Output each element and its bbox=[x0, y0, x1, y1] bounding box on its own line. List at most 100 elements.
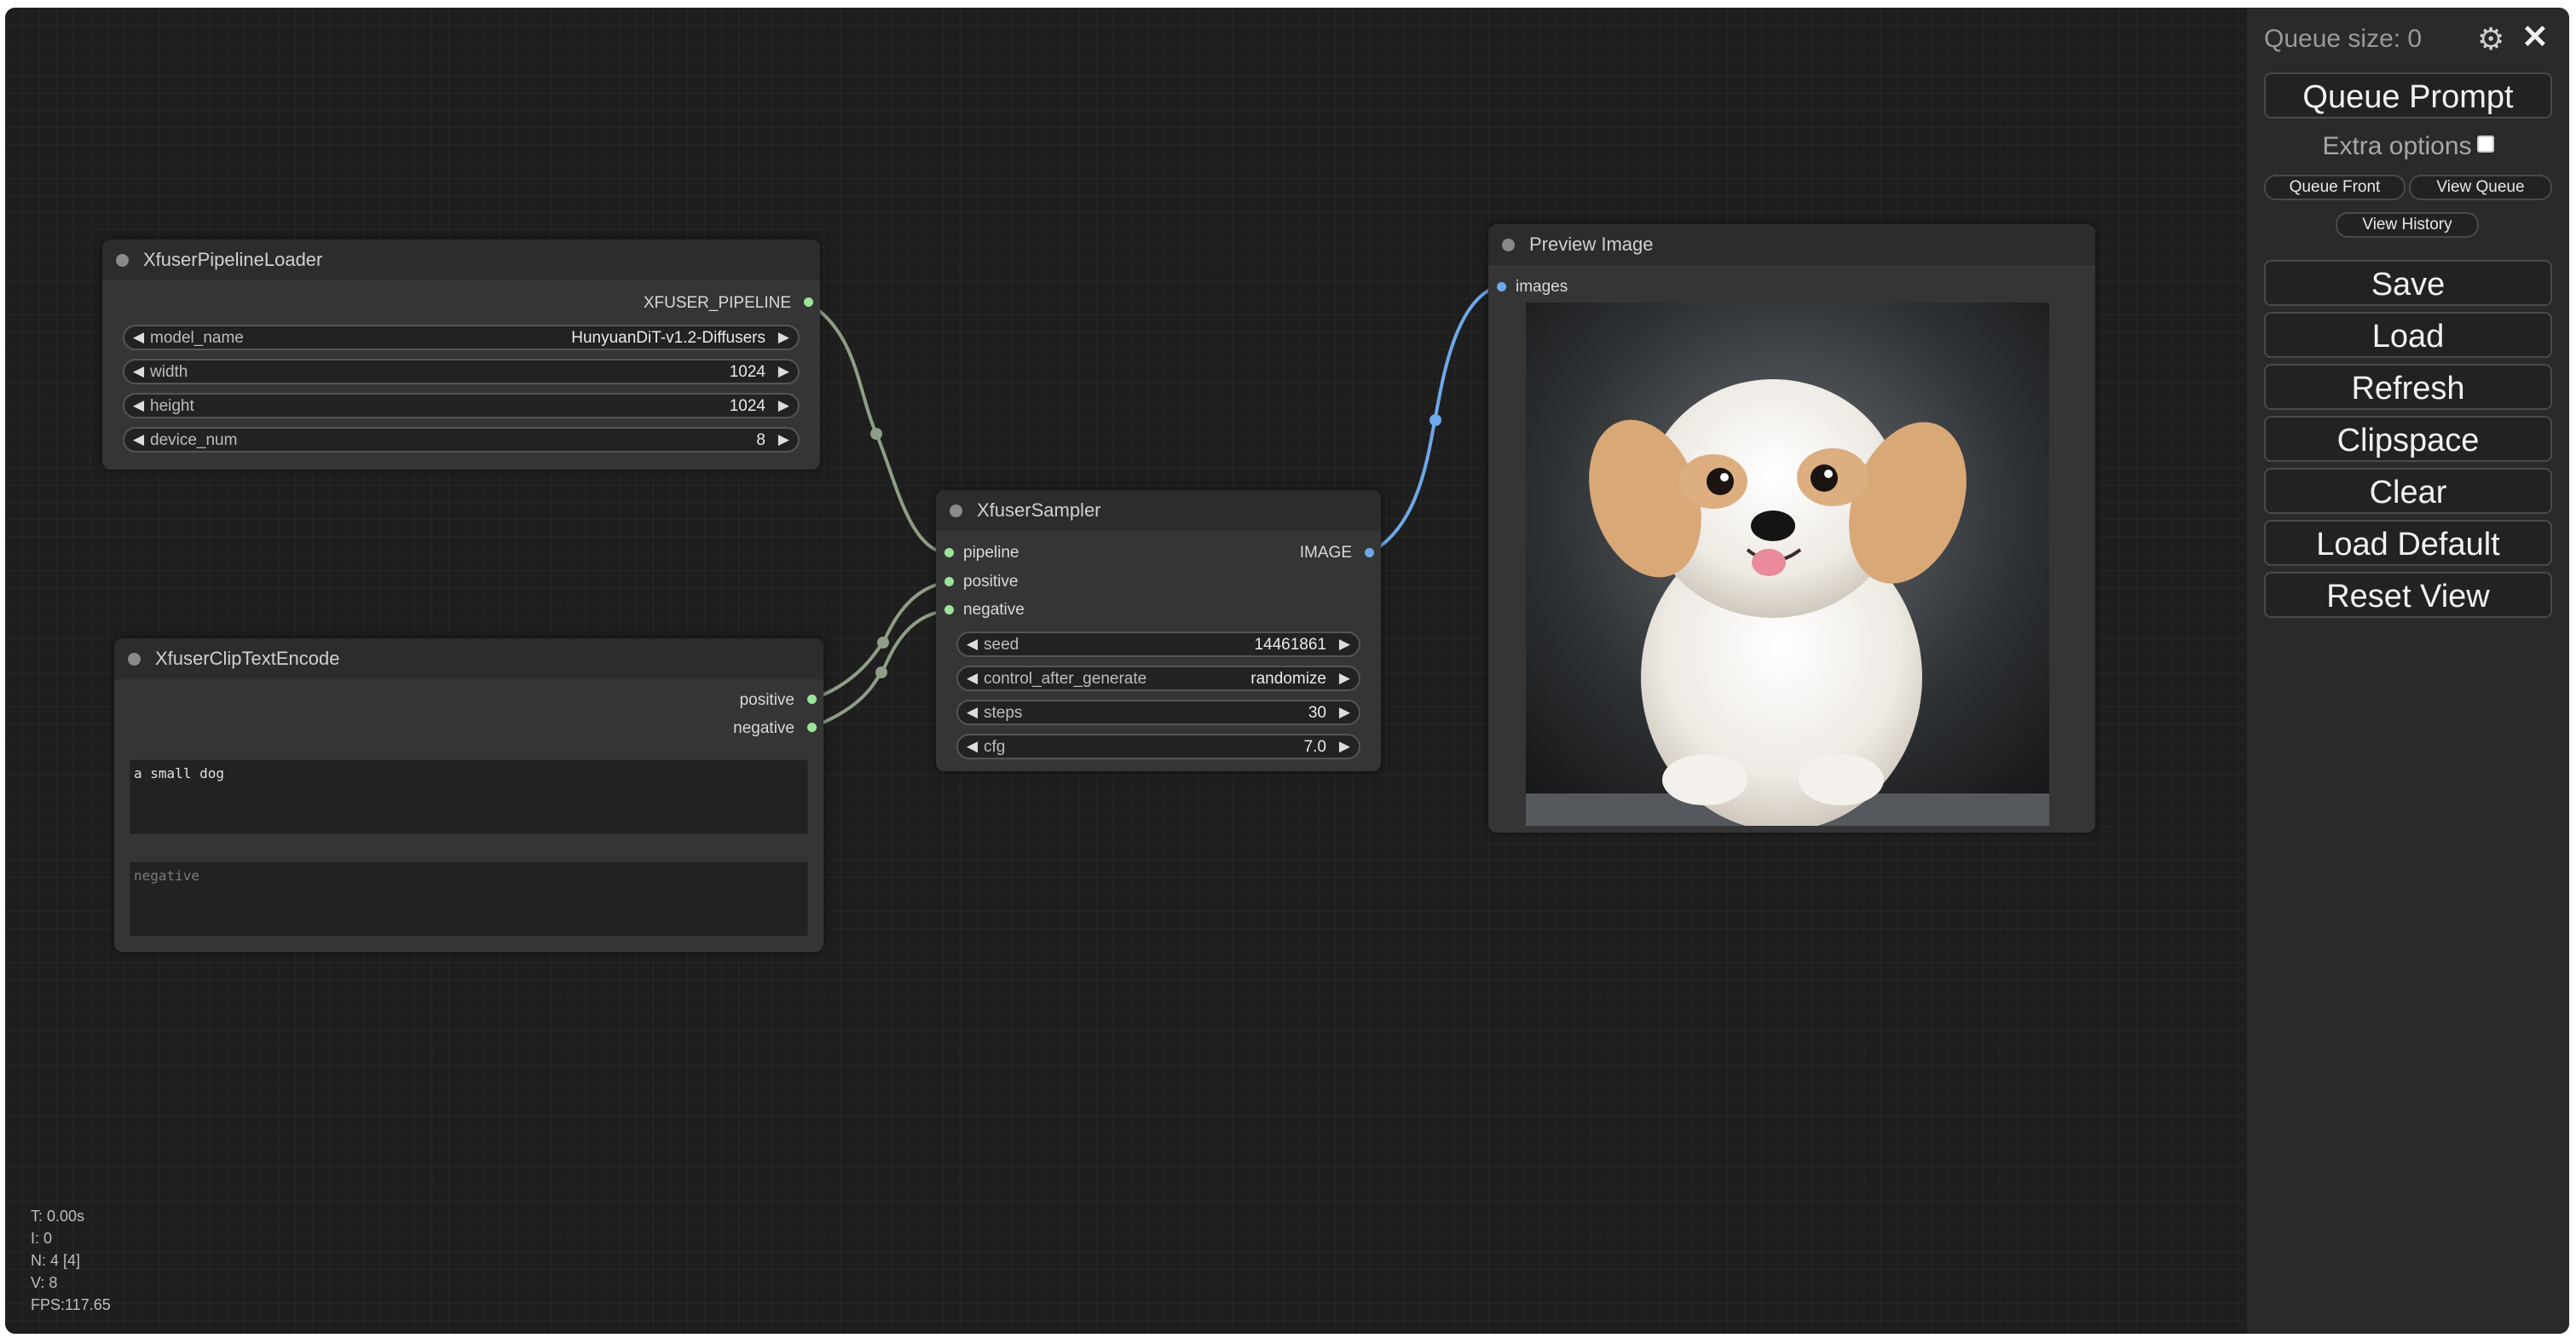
node-header[interactable]: XfuserPipelineLoader bbox=[102, 239, 820, 280]
queue-menu-panel: Queue size: 0 ⚙ ✕ Queue Prompt Extra opt… bbox=[2247, 8, 2569, 1334]
view-queue-button[interactable]: View Queue bbox=[2409, 175, 2552, 200]
output-label-negative: negative bbox=[733, 719, 794, 737]
widget-value: 30 bbox=[1308, 704, 1326, 722]
link-pipeline-midpoint bbox=[870, 428, 882, 440]
link-negative bbox=[810, 608, 950, 730]
input-slot-images[interactable] bbox=[1497, 282, 1506, 291]
stat-iterations: I: 0 bbox=[31, 1230, 53, 1247]
queue-prompt-button[interactable]: Queue Prompt bbox=[2264, 72, 2552, 118]
clear-button[interactable]: Clear bbox=[2264, 468, 2552, 514]
preview-image bbox=[1526, 303, 2049, 826]
increment-arrow-icon[interactable]: ▶ bbox=[1339, 670, 1350, 687]
extra-options-toggle[interactable]: Extra options bbox=[2247, 132, 2569, 161]
node-header[interactable]: Preview Image bbox=[1488, 224, 2095, 265]
extra-options-label: Extra options bbox=[2322, 132, 2472, 160]
clipspace-button[interactable]: Clipspace bbox=[2264, 416, 2552, 462]
widget-width[interactable]: ◀ width 1024 ▶ bbox=[123, 359, 800, 384]
widget-seed[interactable]: ◀ seed 14461861 ▶ bbox=[956, 632, 1360, 657]
node-title: XfuserSampler bbox=[977, 499, 1101, 521]
load-default-button[interactable]: Load Default bbox=[2264, 520, 2552, 566]
widget-device-num[interactable]: ◀ device_num 8 ▶ bbox=[123, 427, 800, 453]
widget-label: height bbox=[150, 397, 194, 415]
widget-control-after-generate[interactable]: ◀ control_after_generate randomize ▶ bbox=[956, 666, 1360, 691]
increment-arrow-icon[interactable]: ▶ bbox=[778, 363, 789, 380]
load-button[interactable]: Load bbox=[2264, 312, 2552, 358]
close-icon[interactable]: ✕ bbox=[2521, 18, 2549, 56]
widget-value: randomize bbox=[1250, 670, 1326, 688]
queue-front-button[interactable]: Queue Front bbox=[2264, 175, 2406, 200]
link-image-midpoint bbox=[1430, 414, 1441, 426]
decrement-arrow-icon[interactable]: ◀ bbox=[133, 329, 144, 346]
widget-label: cfg bbox=[984, 738, 1006, 756]
save-button[interactable]: Save bbox=[2264, 260, 2552, 306]
output-slot-positive[interactable] bbox=[807, 695, 817, 704]
widget-value: 8 bbox=[756, 431, 765, 449]
stat-vertices: V: 8 bbox=[31, 1274, 58, 1291]
widget-label: device_num bbox=[150, 431, 238, 449]
node-preview-image[interactable]: Preview Image images bbox=[1488, 224, 2095, 833]
reset-view-button[interactable]: Reset View bbox=[2264, 572, 2552, 618]
node-sampler[interactable]: XfuserSampler pipeline positive negative… bbox=[936, 490, 1381, 771]
widget-value: 1024 bbox=[729, 363, 765, 381]
view-history-button[interactable]: View History bbox=[2336, 212, 2479, 238]
gear-icon[interactable]: ⚙ bbox=[2477, 21, 2504, 57]
input-slot-pipeline[interactable] bbox=[944, 548, 954, 557]
decrement-arrow-icon[interactable]: ◀ bbox=[967, 738, 978, 755]
node-header[interactable]: XfuserClipTextEncode bbox=[114, 638, 823, 679]
collapse-dot-icon[interactable] bbox=[116, 254, 129, 267]
input-slot-negative[interactable] bbox=[944, 605, 954, 614]
collapse-dot-icon[interactable] bbox=[1502, 239, 1515, 251]
decrement-arrow-icon[interactable]: ◀ bbox=[967, 636, 978, 653]
increment-arrow-icon[interactable]: ▶ bbox=[778, 329, 789, 346]
widget-label: steps bbox=[984, 704, 1023, 722]
decrement-arrow-icon[interactable]: ◀ bbox=[133, 431, 144, 448]
output-label-xfuser-pipeline: XFUSER_PIPELINE bbox=[643, 294, 791, 312]
node-header[interactable]: XfuserSampler bbox=[936, 490, 1381, 531]
output-label-positive: positive bbox=[739, 691, 794, 709]
decrement-arrow-icon[interactable]: ◀ bbox=[133, 397, 144, 414]
node-clip-text-encode[interactable]: XfuserClipTextEncode positive negative a… bbox=[114, 638, 823, 952]
node-pipeline-loader[interactable]: XfuserPipelineLoader XFUSER_PIPELINE ◀ m… bbox=[102, 239, 820, 470]
node-title: Preview Image bbox=[1529, 234, 1654, 255]
widget-label: model_name bbox=[150, 329, 244, 347]
increment-arrow-icon[interactable]: ▶ bbox=[1339, 704, 1350, 721]
widget-label: width bbox=[150, 363, 188, 381]
widget-model-name[interactable]: ◀ model_name HunyuanDiT-v1.2-Diffusers ▶ bbox=[123, 325, 800, 350]
widget-value: 1024 bbox=[729, 397, 765, 415]
input-label-pipeline: pipeline bbox=[963, 544, 1019, 562]
negative-prompt-textarea[interactable]: negative bbox=[130, 862, 808, 937]
widget-label: control_after_generate bbox=[984, 670, 1147, 688]
extra-options-checkbox[interactable] bbox=[2476, 136, 2494, 153]
queue-size-label: Queue size: 0 bbox=[2264, 25, 2423, 53]
output-label-image: IMAGE bbox=[1299, 544, 1352, 562]
refresh-button[interactable]: Refresh bbox=[2264, 364, 2552, 410]
output-slot-negative[interactable] bbox=[807, 723, 817, 732]
input-label-positive: positive bbox=[963, 573, 1019, 591]
increment-arrow-icon[interactable]: ▶ bbox=[1339, 636, 1350, 653]
widget-label: seed bbox=[984, 636, 1019, 654]
output-slot-xfuser-pipeline[interactable] bbox=[804, 297, 813, 307]
input-label-images: images bbox=[1516, 278, 1568, 296]
increment-arrow-icon[interactable]: ▶ bbox=[778, 431, 789, 448]
link-negative-midpoint bbox=[875, 666, 887, 678]
decrement-arrow-icon[interactable]: ◀ bbox=[133, 363, 144, 380]
link-positive-midpoint bbox=[877, 637, 889, 649]
positive-prompt-textarea[interactable]: a small dog bbox=[130, 759, 808, 834]
link-positive bbox=[810, 580, 950, 701]
widget-steps[interactable]: ◀ steps 30 ▶ bbox=[956, 700, 1360, 725]
input-slot-positive[interactable] bbox=[944, 577, 954, 586]
increment-arrow-icon[interactable]: ▶ bbox=[778, 397, 789, 414]
collapse-dot-icon[interactable] bbox=[128, 653, 141, 666]
widget-height[interactable]: ◀ height 1024 ▶ bbox=[123, 393, 800, 418]
graph-canvas[interactable]: XfuserPipelineLoader XFUSER_PIPELINE ◀ m… bbox=[5, 8, 2247, 1334]
stat-fps: FPS:117.65 bbox=[31, 1296, 111, 1313]
widget-cfg[interactable]: ◀ cfg 7.0 ▶ bbox=[956, 734, 1360, 759]
stat-time: T: 0.00s bbox=[31, 1208, 85, 1225]
increment-arrow-icon[interactable]: ▶ bbox=[1339, 738, 1350, 755]
decrement-arrow-icon[interactable]: ◀ bbox=[967, 704, 978, 721]
input-label-negative: negative bbox=[963, 601, 1025, 619]
output-slot-image[interactable] bbox=[1365, 548, 1374, 557]
decrement-arrow-icon[interactable]: ◀ bbox=[967, 670, 978, 687]
dog-image bbox=[1526, 303, 2049, 826]
collapse-dot-icon[interactable] bbox=[950, 505, 962, 517]
